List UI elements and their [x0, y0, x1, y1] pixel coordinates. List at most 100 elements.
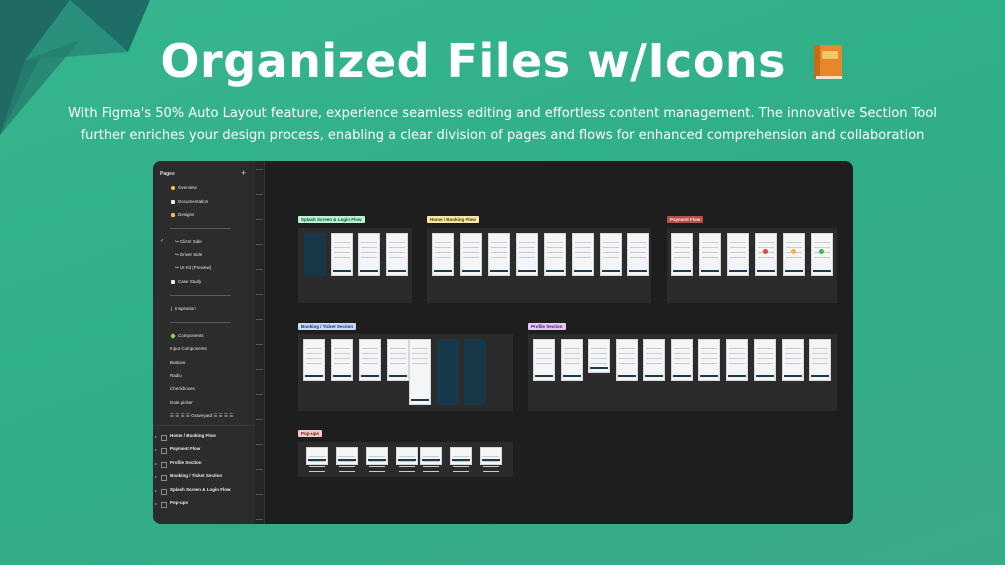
content-line — [339, 461, 355, 462]
section-payment-flow[interactable] — [667, 228, 837, 303]
section-profile[interactable] — [528, 334, 837, 411]
content-line — [453, 466, 469, 467]
screen-thumbnail[interactable] — [437, 339, 459, 405]
content-line — [630, 242, 646, 243]
content-line — [412, 363, 428, 364]
content-line — [306, 363, 322, 364]
screen-thumbnail[interactable] — [450, 447, 472, 472]
component-icon — [170, 332, 176, 339]
page-case-study[interactable]: Case Study — [171, 279, 201, 284]
screen-thumbnail[interactable] — [600, 233, 622, 276]
layer-booking-ticket-section[interactable]: ▸ Booking / Ticket Section — [153, 473, 255, 485]
page-ui-kit-preview[interactable]: ↪ UI Kit (Preview) — [175, 265, 211, 271]
screen-thumbnail[interactable] — [616, 339, 638, 381]
section-splash-login[interactable] — [298, 228, 412, 303]
screen-thumbnail[interactable] — [754, 339, 776, 381]
screen-thumbnail[interactable] — [561, 339, 583, 381]
section-tag-home-booking[interactable]: Home / Booking Flow — [427, 216, 479, 223]
content-line — [453, 471, 469, 472]
screen-thumbnail[interactable] — [387, 339, 409, 381]
screen-thumbnail[interactable] — [588, 339, 610, 373]
screen-thumbnail[interactable] — [755, 233, 777, 276]
chevron-right-icon: ▸ — [155, 474, 158, 479]
screen-thumbnail[interactable] — [396, 447, 418, 472]
content-line — [674, 242, 690, 243]
screen-thumbnail[interactable] — [627, 233, 649, 276]
screen-thumbnail[interactable] — [480, 447, 502, 472]
content-line — [646, 358, 662, 359]
screen-thumbnail[interactable] — [811, 233, 833, 276]
content-line — [491, 242, 507, 243]
screen-thumbnail[interactable] — [726, 339, 748, 381]
page-documentation[interactable]: Documentation — [171, 199, 208, 204]
screen-thumbnail[interactable] — [306, 447, 328, 472]
section-tag-pop-ups[interactable]: Pop-ups — [298, 430, 322, 437]
screen-thumbnail[interactable] — [643, 339, 665, 381]
content-line — [646, 363, 662, 364]
content-line — [339, 466, 355, 467]
screen-thumbnail[interactable] — [809, 339, 831, 381]
section-tag-splash-login[interactable]: Splash Screen & Login Flow — [298, 216, 365, 223]
section-tag-booking-ticket[interactable]: Booking / Ticket Section — [298, 323, 357, 330]
content-line — [547, 242, 563, 243]
content-line — [309, 456, 325, 457]
screen-thumbnail[interactable] — [572, 233, 594, 276]
layer-payment-flow[interactable]: ▸ Payment Flow — [153, 446, 255, 458]
screen-thumbnail[interactable] — [366, 447, 388, 472]
screen-thumbnail[interactable] — [782, 339, 804, 381]
content-line — [812, 363, 828, 364]
page-driver-side[interactable]: ↪ Driver Side — [175, 252, 202, 258]
screen-thumbnail[interactable] — [336, 447, 358, 472]
content-line — [785, 358, 801, 359]
page-buttons[interactable]: Buttons — [170, 360, 185, 365]
screen-thumbnail[interactable] — [331, 233, 353, 276]
screen-thumbnail[interactable] — [432, 233, 454, 276]
content-line — [701, 348, 717, 349]
layer-home-booking-flow[interactable]: ▸ Home / Booking Flow — [153, 433, 255, 445]
screen-thumbnail[interactable] — [699, 233, 721, 276]
screen-thumbnail[interactable] — [671, 233, 693, 276]
design-canvas[interactable]: Splash Screen & Login Flow Home / Bookin… — [265, 161, 853, 524]
screen-thumbnail[interactable] — [409, 339, 431, 405]
content-line — [757, 348, 773, 349]
section-tag-payment-flow[interactable]: Payment Flow — [667, 216, 704, 223]
page-input-components[interactable]: Input Components — [170, 346, 207, 351]
screen-thumbnail[interactable] — [727, 233, 749, 276]
content-line — [701, 358, 717, 359]
screen-thumbnail[interactable] — [358, 233, 380, 276]
screen-thumbnail[interactable] — [698, 339, 720, 381]
screen-thumbnail[interactable] — [303, 339, 325, 381]
page-graveyard[interactable]: ☰ ☰ ☰ ☰ Graveyard ☰ ☰ ☰ ☰ — [170, 413, 233, 419]
section-home-booking[interactable] — [427, 228, 651, 303]
page-overview[interactable]: Overview — [171, 185, 197, 190]
screen-thumbnail[interactable] — [671, 339, 693, 381]
page-inspiration[interactable]: Inspiration — [171, 306, 196, 311]
section-pop-ups[interactable] — [298, 442, 513, 477]
page-date-picker[interactable]: Date picker — [170, 400, 193, 405]
check-icon: ✓ — [160, 238, 165, 244]
plus-icon[interactable]: + — [241, 168, 246, 178]
screen-thumbnail[interactable] — [304, 233, 326, 276]
page-components[interactable]: Components — [170, 332, 204, 339]
screen-thumbnail[interactable] — [331, 339, 353, 381]
screen-thumbnail[interactable] — [783, 233, 805, 276]
page-designs[interactable]: Designs — [171, 212, 194, 217]
screen-thumbnail[interactable] — [464, 339, 486, 405]
section-tag-profile[interactable]: Profile Section — [528, 323, 566, 330]
screen-thumbnail[interactable] — [460, 233, 482, 276]
section-booking-ticket[interactable] — [298, 334, 513, 411]
screen-thumbnail[interactable] — [420, 447, 442, 472]
screen-thumbnail[interactable] — [533, 339, 555, 381]
screen-thumbnail[interactable] — [386, 233, 408, 276]
layer-profile-section[interactable]: ▸ Profile Section — [153, 460, 255, 472]
page-checkboxes[interactable]: Checkboxes — [170, 386, 195, 391]
screen-thumbnail[interactable] — [516, 233, 538, 276]
screen-thumbnail[interactable] — [359, 339, 381, 381]
page-client-side[interactable]: ↪ Client Side — [175, 239, 202, 245]
page-radio[interactable]: Radio — [170, 373, 182, 378]
screen-thumbnail[interactable] — [488, 233, 510, 276]
layer-pop-ups[interactable]: ▸ Pop-ups — [153, 500, 255, 512]
screen-thumbnail[interactable] — [544, 233, 566, 276]
layer-splash-login-flow[interactable]: ▸ Splash Screen & Login Flow — [153, 487, 255, 499]
content-line — [334, 348, 350, 349]
